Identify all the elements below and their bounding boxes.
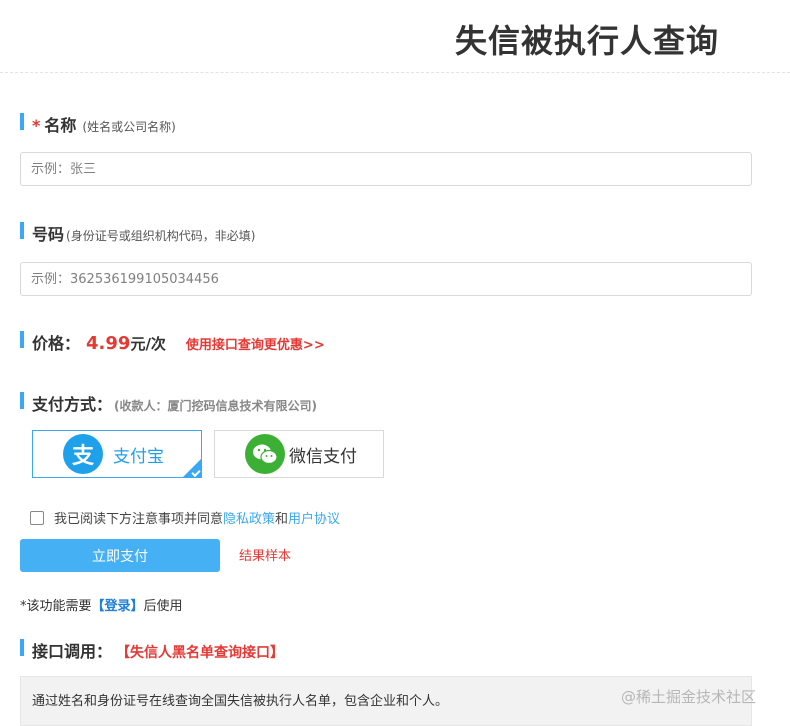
section-bar [20, 113, 24, 130]
user-agreement-link[interactable]: 用户协议 [288, 508, 340, 527]
login-link[interactable]: 【登录】 [92, 599, 144, 614]
section-bar [20, 331, 24, 348]
login-note: *该功能需要【登录】后使用 [20, 595, 183, 614]
id-hint: (身份证号或组织机构代码，非必填) [66, 229, 256, 243]
id-input[interactable] [20, 262, 752, 296]
payment-label: 支付方式： (收款人：厦门挖码信息技术有限公司) [20, 391, 317, 415]
agreement-text: 我已阅读下方注意事项并同意 [54, 512, 224, 527]
alipay-label: 支付宝 [113, 446, 164, 467]
agreement-row: 我已阅读下方注意事项并同意 隐私政策 和 用户协议 [30, 508, 340, 527]
api-label-text: 接口调用： [32, 642, 113, 661]
agreement-and: 和 [275, 512, 289, 527]
alipay-option[interactable]: 支 支付宝 [32, 430, 202, 478]
section-bar [20, 639, 24, 656]
page-title: 失信被执行人查询 [455, 22, 720, 60]
name-hint: (姓名或公司名称) [82, 120, 176, 134]
login-note-prefix: *该功能需要 [20, 599, 92, 614]
api-discount-link[interactable]: 使用接口查询更优惠>> [186, 334, 325, 353]
watermark: @稀土掘金技术社区 [621, 688, 757, 706]
pay-now-button[interactable]: 立即支付 [20, 539, 220, 572]
wechat-label: 微信支付 [289, 446, 357, 467]
login-note-suffix: 后使用 [143, 599, 183, 614]
agree-checkbox[interactable] [30, 510, 44, 525]
payee-info: (收款人：厦门挖码信息技术有限公司) [114, 399, 317, 413]
api-section-label: 接口调用： 【失信人黑名单查询接口】 [20, 638, 284, 662]
price-unit: 元/次 [130, 335, 166, 353]
wechat-icon [245, 434, 285, 474]
payment-label-text: 支付方式： [32, 395, 113, 414]
id-label: 号码 (身份证号或组织机构代码，非必填) [20, 221, 255, 245]
section-bar [20, 222, 24, 239]
section-bar [20, 392, 24, 409]
title-divider [0, 72, 790, 73]
id-label-text: 号码 [32, 225, 65, 244]
required-mark: * [32, 116, 41, 135]
price-row: 价格： 4.99 元/次 使用接口查询更优惠>> [20, 330, 325, 354]
price-label: 价格： [32, 334, 81, 353]
name-label-text: 名称 [44, 116, 77, 135]
wechat-option[interactable]: 微信支付 [214, 430, 384, 478]
name-input[interactable] [20, 152, 752, 186]
result-sample-link[interactable]: 结果样本 [239, 545, 291, 564]
alipay-icon: 支 [63, 434, 103, 474]
privacy-policy-link[interactable]: 隐私政策 [223, 508, 275, 527]
api-name[interactable]: 【失信人黑名单查询接口】 [116, 642, 284, 662]
price-amount: 4.99 [86, 333, 131, 354]
name-label: * 名称 (姓名或公司名称) [20, 112, 176, 136]
